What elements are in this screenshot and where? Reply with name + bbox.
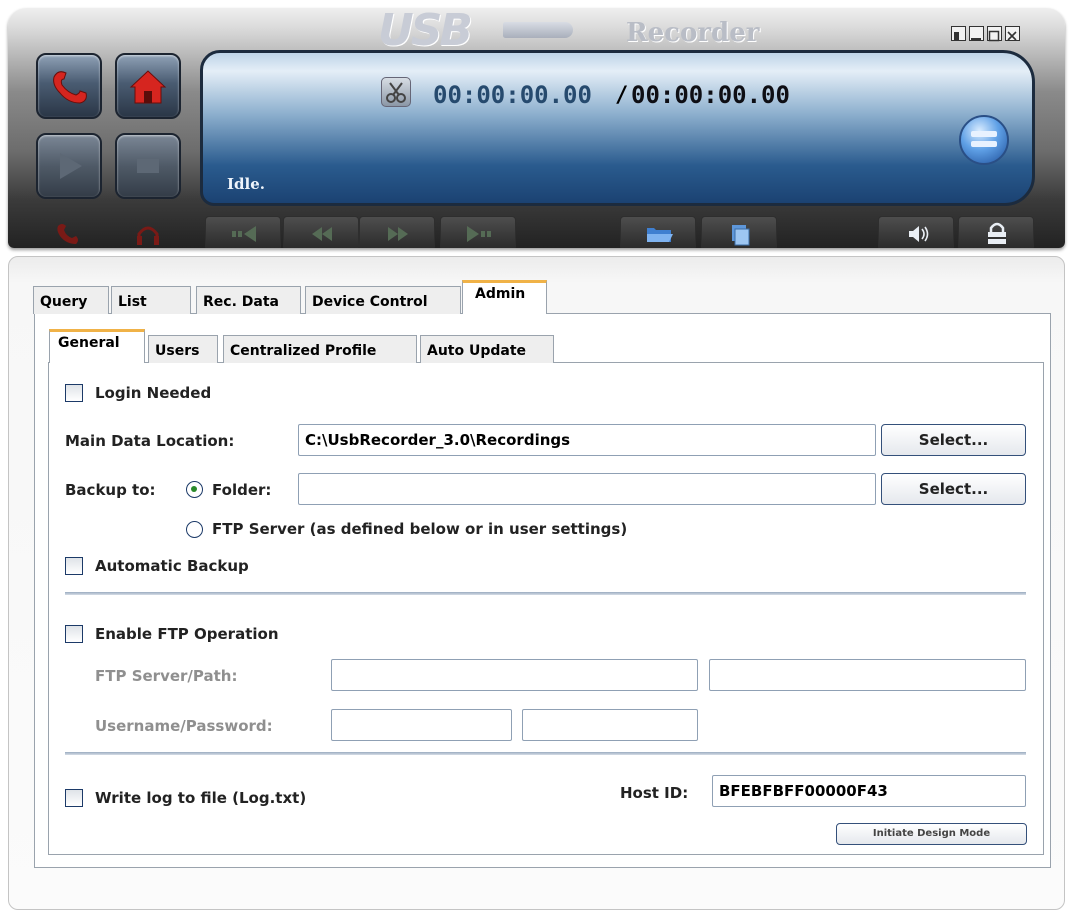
tab-query[interactable]: Query xyxy=(33,286,109,314)
player-panel: USB Recorder 00:00:00.00 / 00:00:00.00 I… xyxy=(8,8,1065,248)
enable-ftp-label: Enable FTP Operation xyxy=(95,625,279,643)
ftp-path-input[interactable] xyxy=(709,659,1026,691)
enable-ftp-checkbox[interactable] xyxy=(65,625,83,643)
stop-button[interactable] xyxy=(115,133,181,199)
maximize-button[interactable] xyxy=(987,26,1002,42)
lock-button[interactable] xyxy=(958,216,1034,248)
tab-general[interactable]: General xyxy=(49,329,145,363)
tab-auto-update[interactable]: Auto Update xyxy=(420,335,554,363)
home-icon xyxy=(129,70,167,104)
eject-button[interactable] xyxy=(959,115,1009,165)
volume-icon xyxy=(909,226,929,242)
separator xyxy=(65,752,1026,755)
separator xyxy=(65,592,1026,595)
tab-rec-data[interactable]: Rec. Data xyxy=(196,286,301,314)
lock-icon xyxy=(988,222,1006,244)
call-status-icon xyxy=(36,216,102,248)
fast-forward-button[interactable] xyxy=(359,216,435,248)
login-needed-label: Login Needed xyxy=(95,384,212,402)
play-button[interactable] xyxy=(36,133,102,199)
host-id-label: Host ID: xyxy=(620,784,689,802)
previous-track-button[interactable] xyxy=(205,216,281,248)
backup-folder-radio[interactable] xyxy=(186,481,203,498)
rewind-button[interactable] xyxy=(283,216,359,248)
initiate-design-mode-button[interactable]: Initiate Design Mode xyxy=(836,823,1027,845)
logo-usb: USB xyxy=(378,8,473,56)
minimize-button[interactable] xyxy=(969,26,984,41)
scissors-icon[interactable] xyxy=(381,77,411,107)
backup-ftp-label: FTP Server (as defined below or in user … xyxy=(212,520,628,538)
headset-icon xyxy=(115,216,181,248)
ftp-password-input[interactable] xyxy=(522,709,698,741)
next-track-button[interactable] xyxy=(440,216,516,248)
files-icon xyxy=(732,225,750,246)
host-id-input[interactable]: BFEBFBFF00000F43 xyxy=(712,775,1026,807)
open-folder-button[interactable] xyxy=(620,216,696,248)
tab-admin[interactable]: Admin xyxy=(462,280,547,314)
tab-users[interactable]: Users xyxy=(148,335,218,363)
rewind-icon xyxy=(312,227,332,241)
usb-plug-icon xyxy=(503,22,573,38)
automatic-backup-checkbox[interactable] xyxy=(65,557,83,575)
home-button[interactable] xyxy=(115,53,181,119)
stop-icon xyxy=(137,159,159,173)
ftp-server-path-label: FTP Server/Path: xyxy=(95,667,238,685)
files-button[interactable] xyxy=(701,216,777,248)
backup-select-button[interactable]: Select... xyxy=(881,473,1026,505)
folder-icon xyxy=(647,228,673,242)
login-needed-checkbox[interactable] xyxy=(65,384,83,402)
call-button[interactable] xyxy=(36,53,102,119)
tab-list[interactable]: List xyxy=(111,286,191,314)
status-text: Idle. xyxy=(227,175,265,193)
close-button[interactable] xyxy=(1005,26,1020,41)
app-title: Recorder xyxy=(626,18,760,48)
tab-device-control[interactable]: Device Control xyxy=(305,286,461,314)
ftp-server-input[interactable] xyxy=(331,659,698,691)
volume-button[interactable] xyxy=(878,216,954,248)
main-data-location-label: Main Data Location: xyxy=(65,432,235,450)
main-data-select-button[interactable]: Select... xyxy=(881,424,1026,456)
main-data-location-input[interactable]: C:\UsbRecorder_3.0\Recordings xyxy=(298,424,876,456)
skip-next-icon xyxy=(467,226,491,242)
total-time: 00:00:00.00 xyxy=(631,81,790,109)
current-time: 00:00:00.00 xyxy=(433,81,592,109)
backup-to-label: Backup to: xyxy=(65,481,156,499)
compact-mode-button[interactable] xyxy=(951,26,966,41)
username-password-label: Username/Password: xyxy=(95,717,273,735)
backup-folder-input[interactable] xyxy=(298,473,876,505)
skip-previous-icon xyxy=(232,226,256,242)
tab-centralized-profile[interactable]: Centralized Profile xyxy=(223,335,417,363)
phone-icon xyxy=(53,71,87,104)
backup-ftp-radio[interactable] xyxy=(186,521,203,538)
play-icon xyxy=(60,153,82,179)
fast-forward-icon xyxy=(388,227,408,241)
time-separator: / xyxy=(615,83,629,108)
ftp-username-input[interactable] xyxy=(331,709,512,741)
display-screen: 00:00:00.00 / 00:00:00.00 Idle. xyxy=(200,50,1035,206)
backup-folder-label: Folder: xyxy=(212,481,272,499)
write-log-checkbox[interactable] xyxy=(65,789,83,807)
write-log-label: Write log to file (Log.txt) xyxy=(95,789,307,807)
automatic-backup-label: Automatic Backup xyxy=(95,557,249,575)
